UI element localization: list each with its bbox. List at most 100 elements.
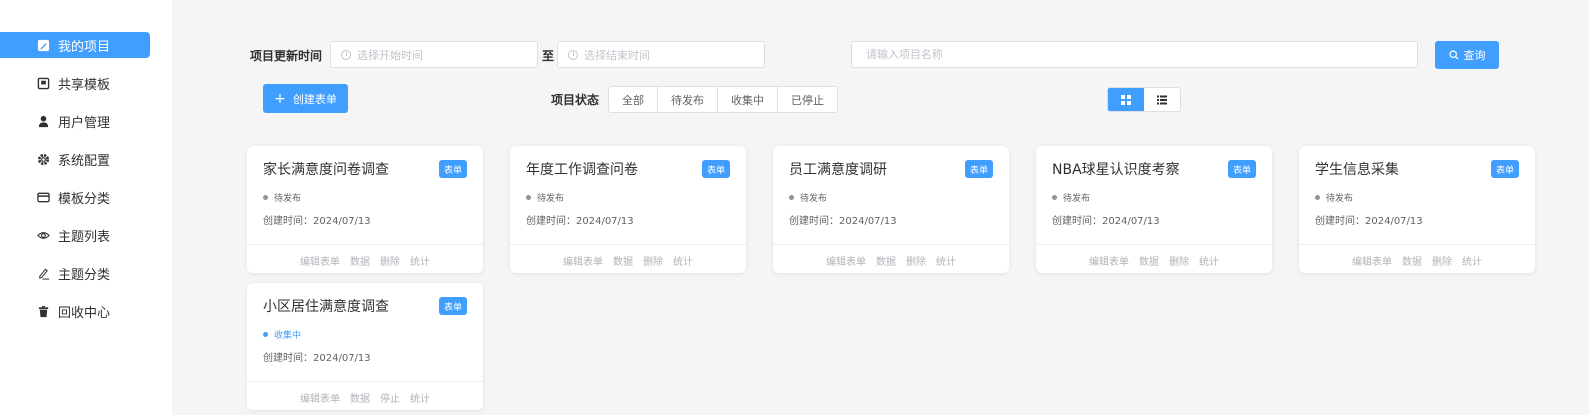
card-divider <box>510 244 746 245</box>
sidebar-item-label: 用户管理 <box>58 115 111 131</box>
statistics-link[interactable]: 统计 <box>410 390 430 405</box>
create-form-button[interactable]: + 创建表单 <box>263 84 348 113</box>
status-dot <box>526 195 531 200</box>
card-status-text: 收集中 <box>274 331 302 341</box>
form-tag-badge: 表单 <box>1491 160 1519 178</box>
sidebar-item-system-config[interactable]: 系统配置 <box>0 146 150 172</box>
sidebar-item-label: 主题分类 <box>58 267 111 283</box>
sidebar-item-my-projects[interactable]: 我的项目 <box>0 32 150 58</box>
project-card[interactable]: 家长满意度问卷调查 表单 待发布 创建时间：2024/07/13 编辑表单 数据… <box>247 146 483 273</box>
statistics-link[interactable]: 统计 <box>410 253 430 268</box>
card-status-text: 待发布 <box>537 194 565 204</box>
sidebar-item-theme-category[interactable]: 主题分类 <box>0 260 150 286</box>
card-divider <box>1036 244 1272 245</box>
form-tag-badge: 表单 <box>439 160 467 178</box>
status-option-pending[interactable]: 待发布 <box>658 87 718 112</box>
card-actions: 编辑表单 数据 删除 统计 <box>1036 253 1272 268</box>
sidebar-item-label: 主题列表 <box>58 229 111 245</box>
card-created-date: 创建时间：2024/07/13 <box>789 216 897 227</box>
status-dot <box>1052 195 1057 200</box>
sidebar: 我的项目 共享模板 用户管理 系统配置 模板分类 主题列表 主题分类 回收中心 <box>0 0 172 415</box>
card-status: 待发布 <box>263 191 301 204</box>
list-view-button[interactable] <box>1144 88 1180 111</box>
card-status-text: 待发布 <box>274 194 302 204</box>
end-date-field[interactable]: 选择结束时间 <box>557 41 765 68</box>
card-actions: 编辑表单 数据 删除 统计 <box>247 253 483 268</box>
edit-form-link[interactable]: 编辑表单 <box>1089 253 1129 268</box>
delete-link[interactable]: 删除 <box>1432 253 1452 268</box>
data-link[interactable]: 数据 <box>613 253 633 268</box>
card-status-text: 待发布 <box>800 194 828 204</box>
card-divider <box>773 244 1009 245</box>
status-dot <box>263 195 268 200</box>
card-title: 小区居住满意度调查 <box>263 299 389 315</box>
status-label: 项目状态 <box>551 93 600 107</box>
eye-icon <box>36 228 50 242</box>
statistics-link[interactable]: 统计 <box>1462 253 1482 268</box>
data-link[interactable]: 数据 <box>1402 253 1422 268</box>
project-card[interactable]: NBA球星认识度考察 表单 待发布 创建时间：2024/07/13 编辑表单 数… <box>1036 146 1272 273</box>
data-link[interactable]: 数据 <box>350 253 370 268</box>
statistics-link[interactable]: 统计 <box>1199 253 1219 268</box>
edit-form-link[interactable]: 编辑表单 <box>563 253 603 268</box>
card-status: 待发布 <box>526 191 564 204</box>
grid-icon <box>1121 94 1131 105</box>
data-link[interactable]: 数据 <box>876 253 896 268</box>
status-dot <box>263 332 268 337</box>
delete-link[interactable]: 删除 <box>380 253 400 268</box>
edit-form-link[interactable]: 编辑表单 <box>300 253 340 268</box>
sidebar-item-label: 模板分类 <box>58 191 111 207</box>
edit-form-link[interactable]: 编辑表单 <box>300 390 340 405</box>
card-title: 学生信息采集 <box>1315 162 1399 178</box>
statistics-link[interactable]: 统计 <box>673 253 693 268</box>
project-name-search-input[interactable] <box>851 41 1418 68</box>
status-option-collecting[interactable]: 收集中 <box>718 87 778 112</box>
clock-icon <box>568 49 578 60</box>
project-card[interactable]: 小区居住满意度调查 表单 收集中 创建时间：2024/07/13 编辑表单 数据… <box>247 283 483 410</box>
sidebar-item-user-management[interactable]: 用户管理 <box>0 108 150 134</box>
pen-icon <box>36 266 50 280</box>
status-option-stopped[interactable]: 已停止 <box>778 87 837 112</box>
sidebar-item-recycle-center[interactable]: 回收中心 <box>0 298 150 324</box>
create-form-label: 创建表单 <box>292 92 337 106</box>
sidebar-item-label: 我的项目 <box>58 39 111 55</box>
search-icon <box>1448 50 1459 60</box>
card-icon <box>36 190 50 204</box>
card-title: 年度工作调查问卷 <box>526 162 638 178</box>
status-dot <box>789 195 794 200</box>
sidebar-item-theme-list[interactable]: 主题列表 <box>0 222 150 248</box>
status-filter-group: 全部 待发布 收集中 已停止 <box>608 86 838 113</box>
project-card[interactable]: 员工满意度调研 表单 待发布 创建时间：2024/07/13 编辑表单 数据 删… <box>773 146 1009 273</box>
update-time-label: 项目更新时间 <box>250 49 323 63</box>
clock-icon <box>341 49 351 60</box>
search-button-label: 查询 <box>1463 49 1486 62</box>
card-actions: 编辑表单 数据 停止 统计 <box>247 390 483 405</box>
search-button[interactable]: 查询 <box>1435 41 1499 69</box>
card-status: 收集中 <box>263 328 301 341</box>
card-status: 待发布 <box>1052 191 1090 204</box>
project-card[interactable]: 学生信息采集 表单 待发布 创建时间：2024/07/13 编辑表单 数据 删除… <box>1299 146 1535 273</box>
user-icon <box>36 114 50 128</box>
delete-link[interactable]: 删除 <box>643 253 663 268</box>
card-created-date: 创建时间：2024/07/13 <box>526 216 634 227</box>
project-card[interactable]: 年度工作调查问卷 表单 待发布 创建时间：2024/07/13 编辑表单 数据 … <box>510 146 746 273</box>
stop-link[interactable]: 停止 <box>380 390 400 405</box>
start-date-field[interactable]: 选择开始时间 <box>330 41 538 68</box>
status-option-all[interactable]: 全部 <box>609 87 658 112</box>
edit-form-link[interactable]: 编辑表单 <box>826 253 866 268</box>
card-title: 员工满意度调研 <box>789 162 887 178</box>
template-icon <box>36 76 50 90</box>
sidebar-item-shared-templates[interactable]: 共享模板 <box>0 70 150 96</box>
sidebar-item-template-category[interactable]: 模板分类 <box>0 184 150 210</box>
gear-icon <box>36 152 50 166</box>
data-link[interactable]: 数据 <box>350 390 370 405</box>
card-divider <box>1299 244 1535 245</box>
data-link[interactable]: 数据 <box>1139 253 1159 268</box>
sidebar-item-label: 回收中心 <box>58 305 111 321</box>
delete-link[interactable]: 删除 <box>906 253 926 268</box>
edit-form-link[interactable]: 编辑表单 <box>1352 253 1392 268</box>
card-title: 家长满意度问卷调查 <box>263 162 389 178</box>
statistics-link[interactable]: 统计 <box>936 253 956 268</box>
grid-view-button[interactable] <box>1108 88 1144 111</box>
delete-link[interactable]: 删除 <box>1169 253 1189 268</box>
